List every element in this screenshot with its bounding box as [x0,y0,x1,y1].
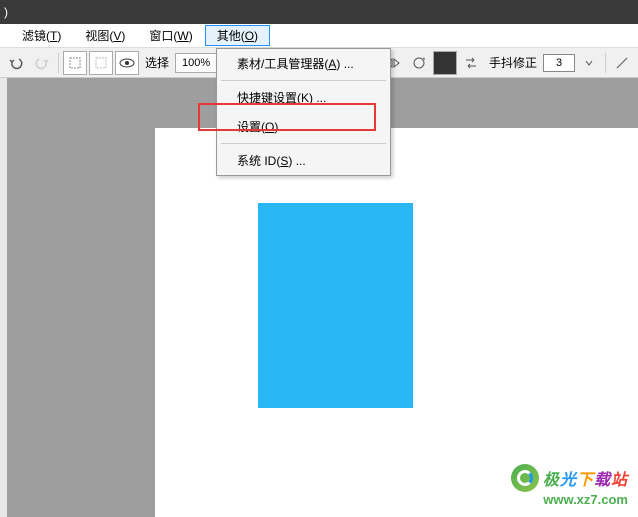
titlebar: ) [0,0,638,24]
separator [58,53,59,73]
select-label: 选择 [141,54,173,71]
stabilize-value[interactable]: 3 [543,54,575,72]
watermark-name: 极光下载站 [543,466,628,490]
undo-icon[interactable] [4,51,28,75]
title-suffix: ) [4,5,8,19]
menubar: 滤镜(T) 视图(V) 窗口(W) 其他(O) [0,24,638,48]
watermark: 极光下载站 www.xz7.com [511,464,628,507]
menu-item-system-id[interactable]: 系统 ID(S) ... [217,146,390,175]
menu-separator [221,80,386,81]
menu-other[interactable]: 其他(O) [205,25,270,46]
zoom-input[interactable]: 100% [175,53,217,73]
watermark-logo-icon [511,464,539,492]
stabilize-label: 手抖修正 [485,54,541,71]
ruler-left [0,78,7,517]
other-menu-dropdown: 素材/工具管理器(A) ... 快捷键设置(K) ... 设置(O) ... 系… [216,48,391,176]
menu-filter[interactable]: 滤镜(T) [10,25,73,46]
fill-square-icon[interactable] [433,51,457,75]
menu-window[interactable]: 窗口(W) [137,25,204,46]
separator [605,53,606,73]
blue-rectangle [258,203,413,408]
rotate-icon[interactable] [407,51,431,75]
eye-icon[interactable] [115,51,139,75]
redo-icon[interactable] [30,51,54,75]
menu-item-material-manager[interactable]: 素材/工具管理器(A) ... [217,49,390,78]
menu-separator [221,143,386,144]
menu-item-settings[interactable]: 设置(O) ... [217,112,390,141]
watermark-url: www.xz7.com [511,492,628,507]
swap-icon[interactable] [459,51,483,75]
canvas[interactable] [155,128,638,517]
menu-view[interactable]: 视图(V) [73,25,137,46]
line-tool-icon[interactable] [610,51,634,75]
selection-rect-icon[interactable] [63,51,87,75]
selection-add-icon[interactable] [89,51,113,75]
menu-item-shortcut-settings[interactable]: 快捷键设置(K) ... [217,83,390,112]
chevron-down-icon[interactable] [577,51,601,75]
